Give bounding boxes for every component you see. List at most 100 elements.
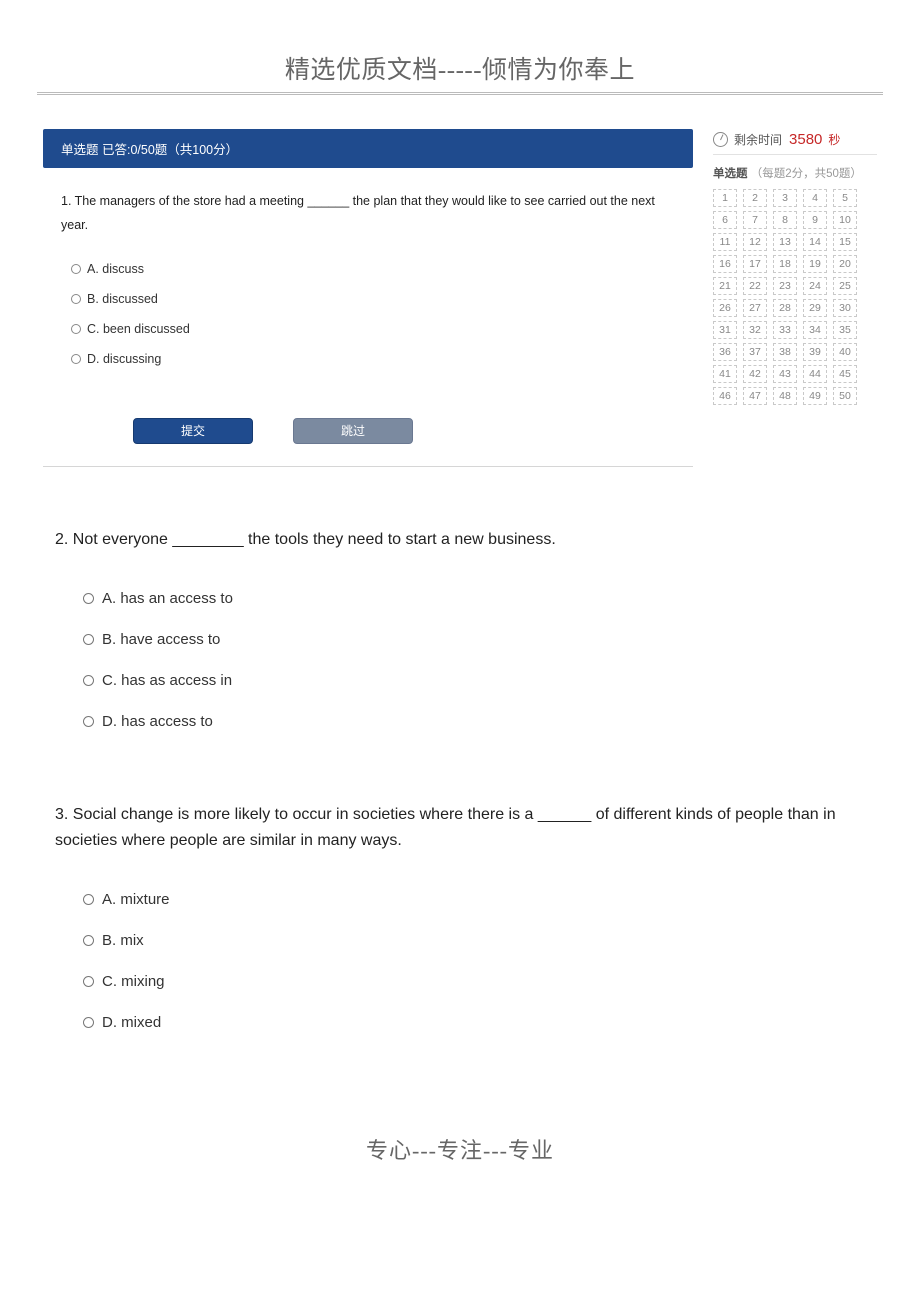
question-nav-cell[interactable]: 28 [773,299,797,317]
question-nav-cell[interactable]: 5 [833,189,857,207]
question-nav-cell[interactable]: 44 [803,365,827,383]
choice-label: C. has as access in [102,672,232,689]
timer-unit: 秒 [828,131,840,148]
question-nav-cell[interactable]: 47 [743,387,767,405]
question-nav-cell[interactable]: 9 [803,211,827,229]
question-nav-cell[interactable]: 17 [743,255,767,273]
question-1-choice-a[interactable]: A. discuss [43,254,693,284]
nav-section-meta: （每题2分，共50题） [751,168,862,180]
question-2-choice-b[interactable]: B. have access to [55,619,865,660]
choice-label: D. discussing [87,352,161,366]
question-nav-cell[interactable]: 20 [833,255,857,273]
question-nav-cell[interactable]: 24 [803,277,827,295]
question-nav-cell[interactable]: 50 [833,387,857,405]
choice-label: B. mix [102,932,144,949]
question-nav-cell[interactable]: 49 [803,387,827,405]
radio-icon [83,593,94,604]
question-3-choice-d[interactable]: D. mixed [55,1002,865,1043]
question-3-choice-b[interactable]: B. mix [55,920,865,961]
question-2-choice-c[interactable]: C. has as access in [55,660,865,701]
question-1-choice-b[interactable]: B. discussed [43,284,693,314]
choice-label: A. has an access to [102,590,233,607]
question-nav-cell[interactable]: 46 [713,387,737,405]
exam-panel: 单选题 已答:0/50题（共100分） 1. The managers of t… [43,129,877,467]
question-2: 2. Not everyone ________ the tools they … [55,527,865,743]
question-nav-cell[interactable]: 10 [833,211,857,229]
question-nav-cell[interactable]: 8 [773,211,797,229]
question-nav-cell[interactable]: 6 [713,211,737,229]
question-1-choice-c[interactable]: C. been discussed [43,314,693,344]
question-3: 3. Social change is more likely to occur… [55,802,865,1043]
question-nav-grid: 1234567891011121314151617181920212223242… [713,189,877,405]
question-3-choice-a[interactable]: A. mixture [55,879,865,920]
question-nav-cell[interactable]: 37 [743,343,767,361]
radio-icon [71,294,81,304]
radio-icon [83,716,94,727]
question-nav-cell[interactable]: 38 [773,343,797,361]
question-2-choice-d[interactable]: D. has access to [55,701,865,742]
question-nav-cell[interactable]: 7 [743,211,767,229]
question-nav-cell[interactable]: 22 [743,277,767,295]
question-nav-cell[interactable]: 16 [713,255,737,273]
exam-left-pane: 单选题 已答:0/50题（共100分） 1. The managers of t… [43,129,693,467]
question-nav-cell[interactable]: 3 [773,189,797,207]
radio-icon [83,675,94,686]
skip-button[interactable]: 跳过 [293,418,413,444]
question-nav-cell[interactable]: 29 [803,299,827,317]
section-header-bar: 单选题 已答:0/50题（共100分） [43,129,693,168]
question-nav-cell[interactable]: 4 [803,189,827,207]
question-nav-cell[interactable]: 32 [743,321,767,339]
timer-row: 剩余时间 3580秒 [713,131,877,155]
question-nav-cell[interactable]: 33 [773,321,797,339]
question-nav-cell[interactable]: 45 [833,365,857,383]
question-nav-cell[interactable]: 34 [803,321,827,339]
question-nav-cell[interactable]: 21 [713,277,737,295]
question-nav-cell[interactable]: 23 [773,277,797,295]
submit-button[interactable]: 提交 [133,418,253,444]
action-button-row: 提交 跳过 [133,418,693,444]
question-nav-cell[interactable]: 31 [713,321,737,339]
question-nav-cell[interactable]: 13 [773,233,797,251]
question-nav-cell[interactable]: 48 [773,387,797,405]
question-nav-cell[interactable]: 19 [803,255,827,273]
question-nav-cell[interactable]: 12 [743,233,767,251]
question-nav-cell[interactable]: 1 [713,189,737,207]
question-3-choice-c[interactable]: C. mixing [55,961,865,1002]
choice-label: B. have access to [102,631,220,648]
nav-section-name: 单选题 [713,168,748,180]
question-nav-cell[interactable]: 15 [833,233,857,251]
radio-icon [71,264,81,274]
radio-icon [83,1017,94,1028]
choice-label: A. discuss [87,262,144,276]
question-1-choice-d[interactable]: D. discussing [43,344,693,374]
radio-icon [83,634,94,645]
question-nav-cell[interactable]: 42 [743,365,767,383]
timer-label: 剩余时间 [734,131,782,148]
choice-label: C. mixing [102,973,165,990]
question-nav-cell[interactable]: 30 [833,299,857,317]
question-nav-cell[interactable]: 40 [833,343,857,361]
exam-right-pane: 剩余时间 3580秒 单选题 （每题2分，共50题） 1234567891011… [713,129,877,405]
question-nav-cell[interactable]: 26 [713,299,737,317]
choice-label: D. mixed [102,1014,161,1031]
button-label: 跳过 [341,422,365,439]
question-nav-cell[interactable]: 41 [713,365,737,383]
question-nav-cell[interactable]: 35 [833,321,857,339]
question-nav-cell[interactable]: 18 [773,255,797,273]
choice-label: D. has access to [102,713,213,730]
question-nav-cell[interactable]: 2 [743,189,767,207]
radio-icon [83,976,94,987]
question-nav-cell[interactable]: 36 [713,343,737,361]
button-label: 提交 [181,422,205,439]
question-nav-cell[interactable]: 43 [773,365,797,383]
page-footer-text: 专心---专注---专业 [35,1133,885,1165]
question-2-choice-a[interactable]: A. has an access to [55,578,865,619]
question-3-stem: 3. Social change is more likely to occur… [55,802,865,853]
question-nav-cell[interactable]: 25 [833,277,857,295]
question-nav-cell[interactable]: 39 [803,343,827,361]
nav-section-label: 单选题 （每题2分，共50题） [713,165,877,181]
question-1-stem: 1. The managers of the store had a meeti… [43,190,693,238]
question-nav-cell[interactable]: 11 [713,233,737,251]
question-nav-cell[interactable]: 14 [803,233,827,251]
question-nav-cell[interactable]: 27 [743,299,767,317]
